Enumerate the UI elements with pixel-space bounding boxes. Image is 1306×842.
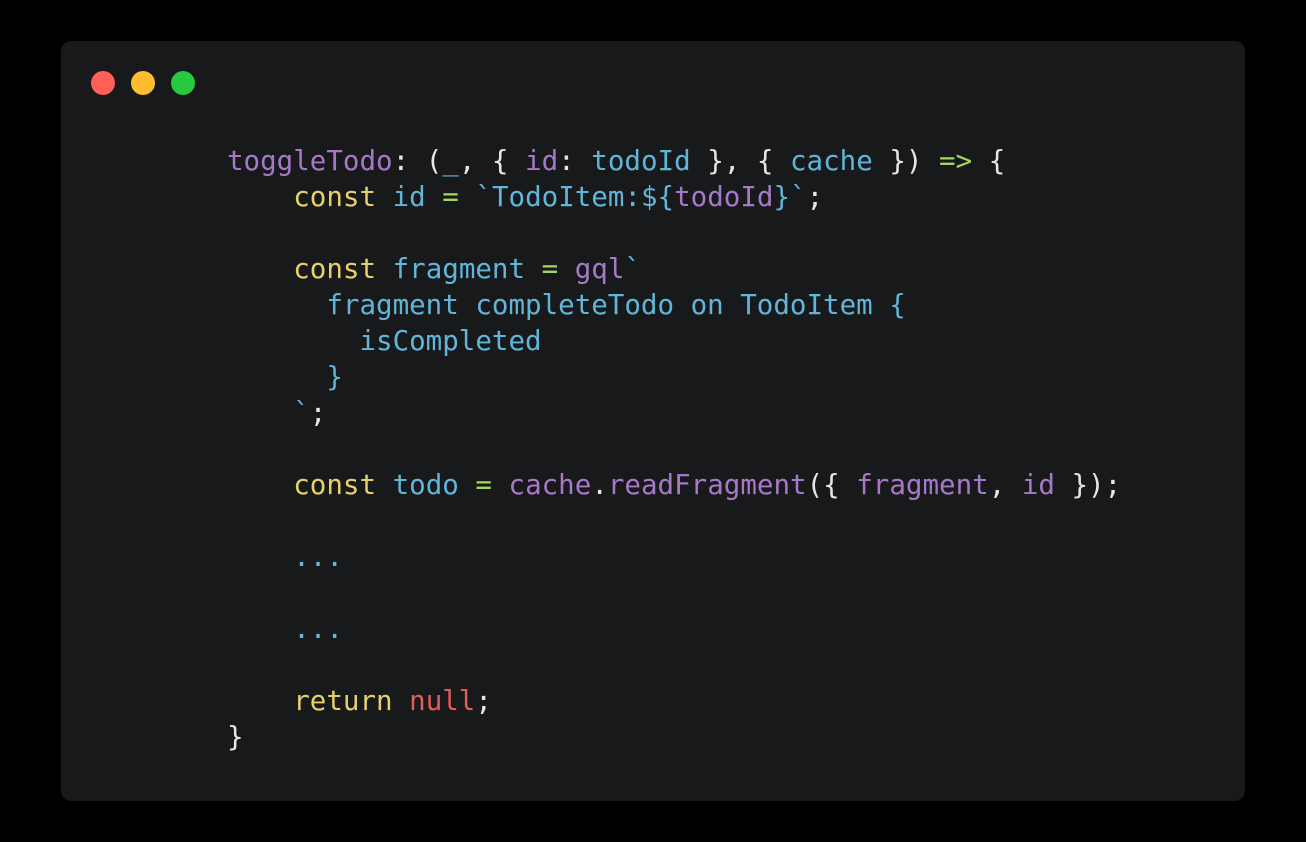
code-token: }` <box>773 181 807 213</box>
code-line: return null; <box>227 683 1121 719</box>
code-token: , <box>988 469 1022 501</box>
code-token: }) <box>872 145 940 177</box>
code-line: isCompleted <box>227 323 1121 359</box>
code-token: }, { <box>690 145 790 177</box>
code-token: gql <box>574 253 625 285</box>
code-token: = <box>541 253 559 285</box>
code-token: ... <box>293 613 343 645</box>
code-token: fragment <box>856 469 989 501</box>
code-token: = <box>475 469 492 501</box>
code-token: const <box>293 469 377 501</box>
code-line: const fragment = gql` <box>227 251 1121 287</box>
code-token: ` <box>293 397 310 429</box>
code-line: const todo = cache.readFragment({ fragme… <box>227 467 1121 503</box>
code-line: ... <box>227 611 1121 647</box>
code-line: } <box>227 719 1121 755</box>
code-line: } <box>227 359 1121 395</box>
code-line: `; <box>227 395 1121 431</box>
code-token: isCompleted <box>359 325 542 357</box>
code-token: ... <box>293 541 343 573</box>
code-line: fragment completeTodo on TodoItem { <box>227 287 1121 323</box>
code-token: : ( <box>392 145 443 177</box>
code-token: cache <box>789 145 873 177</box>
maximize-dot-icon[interactable] <box>171 71 195 95</box>
code-token: return <box>293 685 393 717</box>
code-token: }); <box>1054 469 1122 501</box>
code-token: , { <box>458 145 526 177</box>
code-token: todoId <box>674 181 774 213</box>
code-token: id <box>1021 469 1055 501</box>
code-token: todo <box>392 469 459 501</box>
code-token: : <box>558 145 592 177</box>
code-token: `TodoItem:${ <box>475 181 675 213</box>
code-token: ; <box>309 397 327 429</box>
code-token: todoId <box>591 145 691 177</box>
code-token: const <box>293 253 377 285</box>
code-token: ; <box>806 181 824 213</box>
code-token: readFragment <box>607 469 807 501</box>
code-token: } <box>326 361 343 393</box>
code-token: fragment completeTodo on TodoItem { <box>326 289 906 321</box>
close-dot-icon[interactable] <box>91 71 115 95</box>
code-token: id <box>392 181 426 213</box>
code-line: ... <box>227 539 1121 575</box>
code-token: ({ <box>806 469 857 501</box>
code-token: { <box>972 145 1006 177</box>
code-token: } <box>227 721 244 753</box>
code-token: ` <box>624 253 641 285</box>
code-block: toggleTodo: (_, { id: todoId }, { cache … <box>227 143 1121 755</box>
code-token: null <box>409 685 476 717</box>
code-token: id <box>525 145 559 177</box>
code-window: toggleTodo: (_, { id: todoId }, { cache … <box>61 41 1245 801</box>
code-token: _ <box>442 145 459 177</box>
code-line: toggleTodo: (_, { id: todoId }, { cache … <box>227 143 1121 179</box>
code-token: => <box>939 145 973 177</box>
code-token: ; <box>475 685 492 717</box>
code-token: . <box>591 469 608 501</box>
code-token: fragment <box>392 253 526 285</box>
code-token: toggleTodo <box>227 145 393 177</box>
code-token: const <box>293 181 377 213</box>
code-line: const id = `TodoItem:${todoId}`; <box>227 179 1121 215</box>
code-token: = <box>442 181 459 213</box>
code-token: cache <box>508 469 592 501</box>
minimize-dot-icon[interactable] <box>131 71 155 95</box>
